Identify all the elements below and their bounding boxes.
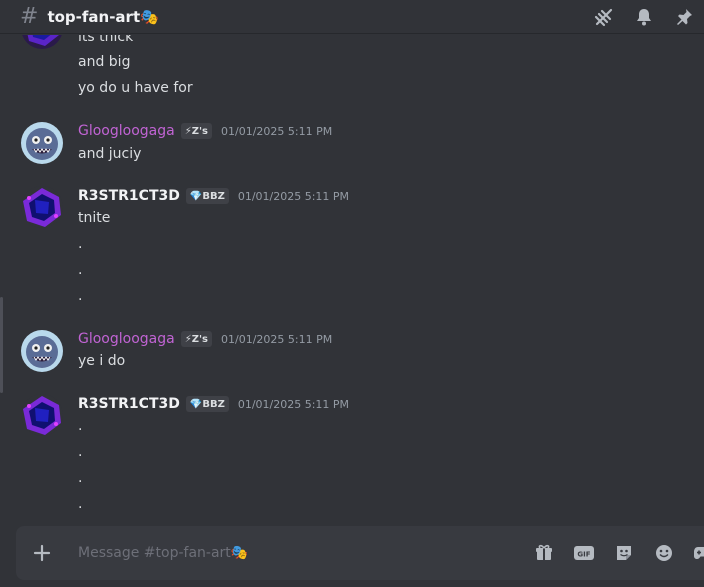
message-line: .	[78, 444, 83, 460]
message-line: and big	[78, 54, 131, 70]
message-line: ye i do	[78, 353, 126, 369]
avatar[interactable]	[21, 35, 63, 49]
add-attachment-button[interactable]	[16, 526, 68, 580]
emoji-icon[interactable]	[644, 526, 684, 580]
avatar[interactable]	[21, 330, 63, 372]
scrollbar[interactable]	[0, 297, 3, 393]
message-line: and juciy	[78, 146, 142, 162]
threads-icon[interactable]	[584, 0, 624, 34]
message-line: .	[78, 418, 83, 434]
message-line: tnite	[78, 210, 111, 226]
message-header: R3STR1CT3D 💎BBZ 01/01/2025 5:11 PM	[78, 396, 349, 412]
timestamp: 01/01/2025 5:11 PM	[237, 397, 350, 411]
message-line: its thick	[78, 35, 134, 45]
composer-toolbar: GIF	[524, 526, 704, 580]
game-icon[interactable]	[684, 526, 704, 580]
gif-icon[interactable]: GIF	[564, 526, 604, 580]
hash-icon: #	[20, 3, 39, 29]
plus-icon	[33, 544, 51, 562]
message-line: .	[78, 470, 83, 486]
avatar[interactable]	[21, 186, 63, 228]
username[interactable]: R3STR1CT3D	[78, 396, 180, 412]
message-line: yo do u have for	[78, 80, 193, 96]
svg-text:GIF: GIF	[577, 551, 590, 559]
message-header: R3STR1CT3D 💎BBZ 01/01/2025 5:11 PM	[78, 188, 349, 204]
message-list[interactable]: its thick and big yo do u have for Gloog…	[0, 35, 704, 525]
pin-icon[interactable]	[664, 0, 704, 34]
channel-name: top-fan-art🎭	[47, 7, 159, 26]
message-composer[interactable]: Message #top-fan-art🎭 GIF	[16, 526, 704, 580]
username[interactable]: Gloogloogaga	[78, 123, 175, 139]
message-line: .	[78, 262, 83, 278]
header-toolbar	[584, 0, 704, 34]
timestamp: 01/01/2025 5:11 PM	[221, 332, 333, 346]
user-tag[interactable]: 💎BBZ	[185, 188, 229, 204]
timestamp: 01/01/2025 5:11 PM	[237, 189, 350, 203]
username[interactable]: Gloogloogaga	[78, 331, 175, 347]
user-tag[interactable]: 💎BBZ	[185, 396, 229, 412]
username[interactable]: R3STR1CT3D	[78, 188, 180, 204]
message-header: Gloogloogaga ⚡Z's 01/01/2025 5:11 PM	[78, 123, 332, 139]
user-tag[interactable]: ⚡Z's	[180, 331, 213, 347]
message-line: .	[78, 496, 83, 512]
gift-icon[interactable]	[524, 526, 564, 580]
channel-header: # top-fan-art🎭	[0, 0, 704, 34]
message-line: .	[78, 288, 83, 304]
message-line: .	[78, 236, 83, 252]
bell-icon[interactable]	[624, 0, 664, 34]
avatar[interactable]	[21, 394, 63, 436]
message-header: Gloogloogaga ⚡Z's 01/01/2025 5:11 PM	[78, 331, 332, 347]
user-tag[interactable]: ⚡Z's	[180, 123, 213, 139]
avatar[interactable]	[21, 122, 63, 164]
timestamp: 01/01/2025 5:11 PM	[221, 124, 333, 138]
sticker-icon[interactable]	[604, 526, 644, 580]
